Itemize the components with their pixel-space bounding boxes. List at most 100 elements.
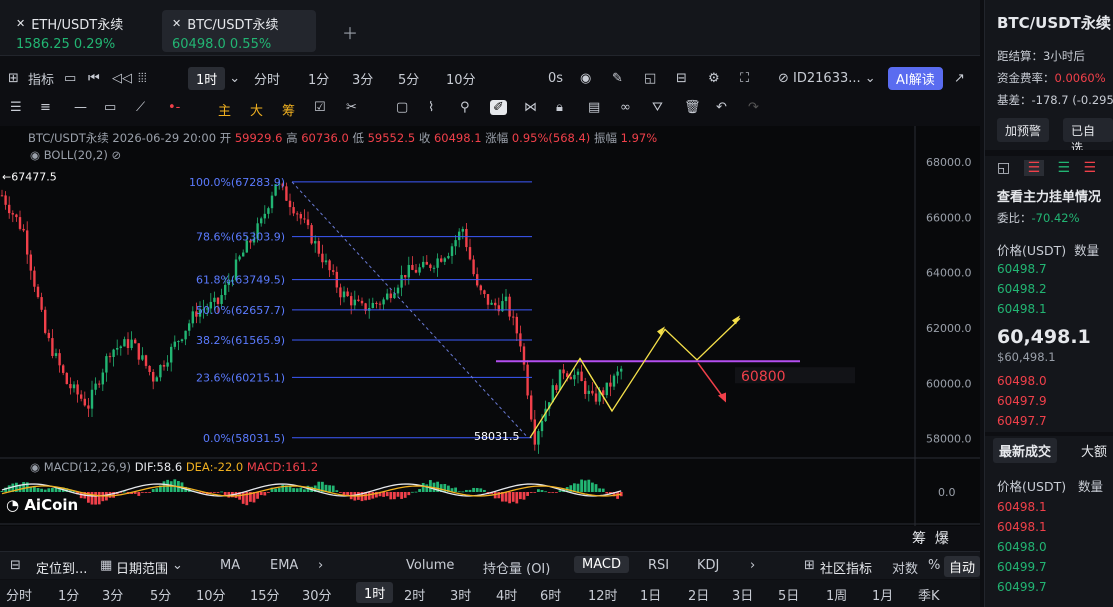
camera-icon[interactable]: ◉ bbox=[580, 62, 591, 94]
tab-large-trades[interactable]: 大额 bbox=[1081, 441, 1107, 460]
tf-selected[interactable]: 1时 bbox=[188, 66, 226, 90]
community-indicators[interactable]: 社区指标 bbox=[820, 558, 872, 577]
chevron-right-icon[interactable]: › bbox=[750, 558, 755, 573]
undo-icon[interactable]: ↶ bbox=[716, 100, 727, 115]
tab-latest-trades[interactable]: 最新成交 bbox=[993, 438, 1058, 463]
layers-icon[interactable]: ▤ bbox=[588, 100, 600, 115]
close-icon[interactable]: ✕ bbox=[16, 17, 25, 30]
bottom-tf-11[interactable]: 6时 bbox=[540, 585, 561, 604]
orderbook-row[interactable]: 60497.9 bbox=[997, 394, 1047, 408]
brush-icon[interactable]: ✐ bbox=[490, 100, 507, 115]
bottom-tf-13[interactable]: 1日 bbox=[640, 585, 661, 604]
tf-3m[interactable]: 3分 bbox=[352, 62, 373, 94]
grid-icon[interactable]: ⊟ bbox=[676, 62, 687, 94]
bottom-tf-2[interactable]: 3分 bbox=[102, 585, 123, 604]
indicators-button[interactable]: 指标 bbox=[28, 62, 54, 94]
boll-label[interactable]: ◉ BOLL(20,2) ⊘ bbox=[30, 148, 121, 162]
indicator-kdj[interactable]: KDJ bbox=[697, 558, 719, 573]
locate-button[interactable]: 定位到... bbox=[36, 558, 87, 577]
chevron-right-icon[interactable]: › bbox=[318, 558, 323, 573]
redo-icon[interactable]: ↷ bbox=[748, 100, 759, 115]
filter-icon[interactable]: ⛛ bbox=[652, 100, 663, 115]
indicator-ma[interactable]: MA bbox=[220, 558, 240, 573]
bottom-tf-9[interactable]: 3时 bbox=[450, 585, 471, 604]
tf-fenshi[interactable]: 分时 bbox=[254, 62, 280, 94]
chip-button[interactable]: 筹 bbox=[282, 100, 295, 119]
popout-icon[interactable]: ◱ bbox=[997, 160, 1010, 176]
orderbook-row[interactable]: 60498.7 bbox=[997, 262, 1047, 276]
tf-1m[interactable]: 1分 bbox=[308, 62, 329, 94]
indicator-ema[interactable]: EMA bbox=[270, 558, 298, 573]
indicator-volume[interactable]: Volume bbox=[406, 558, 454, 573]
bottom-tf-3[interactable]: 5分 bbox=[150, 585, 171, 604]
locate-icon[interactable]: ⊟ bbox=[10, 558, 21, 573]
depth-title[interactable]: 查看主力挂单情况 bbox=[997, 186, 1101, 205]
window-icon[interactable]: ◱ bbox=[644, 62, 656, 94]
eye-off-icon[interactable]: ⊘ bbox=[112, 148, 122, 162]
candle-style-icon[interactable]: ⊞ bbox=[8, 62, 19, 94]
orderbook-row[interactable]: 60498.0 bbox=[997, 374, 1047, 388]
bottom-tf-1[interactable]: 1分 bbox=[58, 585, 79, 604]
bottom-tf-5[interactable]: 15分 bbox=[250, 585, 280, 604]
indicator-rsi[interactable]: RSI bbox=[648, 558, 669, 573]
bottom-tf-16[interactable]: 5日 bbox=[778, 585, 799, 604]
bottom-tf-18[interactable]: 1月 bbox=[872, 585, 893, 604]
bottom-tf-6[interactable]: 30分 bbox=[302, 585, 332, 604]
bottom-tf-7[interactable]: 1时 bbox=[356, 582, 394, 603]
magnet-icon[interactable]: ⋈ bbox=[524, 100, 537, 115]
indicator-oi[interactable]: 持仓量 (OI) bbox=[483, 558, 550, 577]
playback-icon[interactable]: ◁◁ bbox=[112, 62, 132, 94]
eye-icon[interactable]: ◉ bbox=[30, 460, 40, 474]
auto-toggle[interactable]: 自动 bbox=[944, 556, 980, 577]
trash-icon[interactable]: 🗑︎ bbox=[684, 100, 701, 115]
bottom-tf-17[interactable]: 1周 bbox=[826, 585, 847, 604]
orderbook-row[interactable]: 60498.2 bbox=[997, 282, 1047, 296]
bottom-tf-10[interactable]: 4时 bbox=[496, 585, 517, 604]
share-icon[interactable]: ↗ bbox=[954, 62, 965, 94]
layout-icon[interactable]: ▭ bbox=[64, 62, 76, 94]
scissors-icon[interactable]: ✂ bbox=[346, 100, 357, 115]
ai-button[interactable]: AI解读 bbox=[888, 62, 943, 94]
add-tab-icon[interactable]: ＋ bbox=[342, 20, 358, 44]
community-icon[interactable]: ⊞ bbox=[804, 558, 815, 573]
lines-icon[interactable]: ≡ bbox=[40, 100, 51, 115]
calendar-icon[interactable]: ▦ bbox=[100, 558, 112, 573]
trend-line-icon[interactable]: ⟋ bbox=[136, 100, 145, 115]
watchlist-button[interactable]: 已自选 bbox=[1063, 118, 1113, 155]
fullscreen-icon[interactable]: ⛶ bbox=[740, 62, 749, 94]
bottom-tf-4[interactable]: 10分 bbox=[196, 585, 226, 604]
tf-10m[interactable]: 10分 bbox=[446, 62, 476, 94]
tab-eth[interactable]: ✕ ETH/USDT永续 1586.25 0.29% bbox=[6, 10, 156, 52]
settings-icon[interactable]: ⚙ bbox=[708, 62, 720, 94]
lock-icon[interactable]: 🔒︎ bbox=[556, 100, 563, 115]
link-icon[interactable]: ∞ bbox=[620, 100, 631, 115]
id-selector[interactable]: ⊘ ID21633... ⌄ bbox=[778, 62, 876, 94]
orderbook-row[interactable]: 60498.1 bbox=[997, 302, 1047, 316]
menu-icon[interactable]: ☰ bbox=[10, 100, 22, 115]
note-icon[interactable]: ▢ bbox=[396, 100, 408, 115]
rect-icon[interactable]: ▭ bbox=[104, 100, 116, 115]
orderbook-asks-icon[interactable]: ☰ bbox=[1083, 160, 1096, 176]
ruler-icon[interactable]: ⌇ bbox=[428, 100, 434, 115]
orderbook-bids-icon[interactable]: ☰ bbox=[1058, 160, 1071, 176]
bars-icon[interactable]: ⦙⦙⦙ bbox=[138, 62, 147, 94]
orderbook-row[interactable]: 60497.7 bbox=[997, 414, 1047, 428]
bottom-tf-19[interactable]: 季K bbox=[918, 585, 940, 604]
date-range-button[interactable]: 日期范围 bbox=[116, 558, 168, 577]
stamp-icon[interactable]: ☑ bbox=[314, 100, 326, 115]
percent-toggle[interactable]: % bbox=[928, 558, 940, 573]
orderbook-both-icon[interactable]: ☰ bbox=[1023, 160, 1045, 176]
bottom-tf-0[interactable]: 分时 bbox=[6, 585, 32, 604]
pencil-icon[interactable]: ✎ bbox=[612, 62, 623, 94]
indicator-macd[interactable]: MACD bbox=[574, 556, 629, 573]
close-icon[interactable]: ✕ bbox=[172, 17, 181, 30]
main-force-button[interactable]: 主 bbox=[218, 100, 231, 119]
timeframe-selector[interactable]: 1时 ⌄ bbox=[188, 62, 240, 94]
bottom-tf-14[interactable]: 2日 bbox=[688, 585, 709, 604]
chip-label[interactable]: 筹 爆 bbox=[912, 528, 949, 548]
bottom-tf-8[interactable]: 2时 bbox=[404, 585, 425, 604]
log-toggle[interactable]: 对数 bbox=[892, 558, 918, 577]
bottom-tf-12[interactable]: 12时 bbox=[588, 585, 618, 604]
add-alert-button[interactable]: 加预警 bbox=[997, 118, 1050, 142]
tf-5m[interactable]: 5分 bbox=[398, 62, 419, 94]
